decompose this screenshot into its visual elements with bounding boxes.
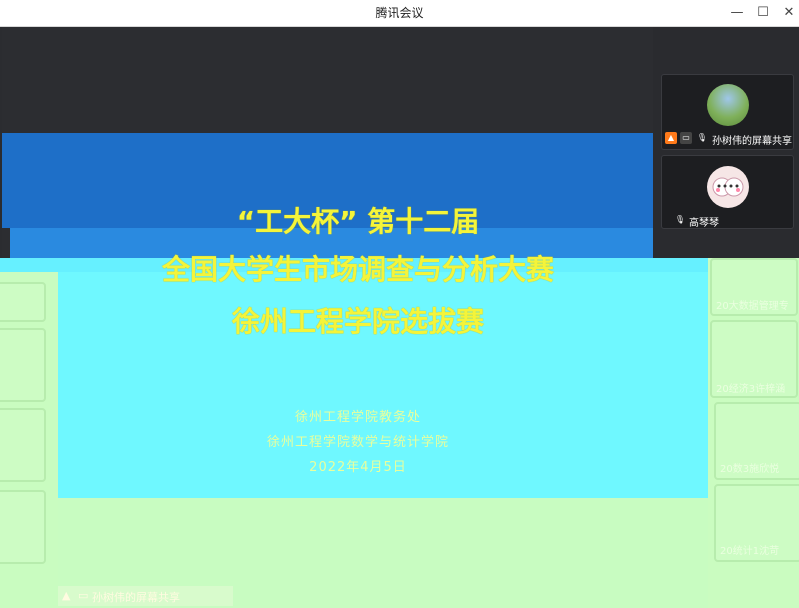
avatar bbox=[707, 84, 749, 126]
right-ghost-panel: 20大数据管理专 20经济3许梓涵 20数3施欣悦 20统计1沈苛 bbox=[708, 258, 799, 608]
slide-date: 2022年4月5日 bbox=[309, 460, 407, 475]
ghost-participant-name: 20数3施欣悦 bbox=[720, 464, 780, 475]
slide-title-line-1: “工大杯” 第十二届 bbox=[236, 205, 480, 238]
window-title: 腾讯会议 bbox=[375, 6, 424, 20]
bottom-share-label: ▲ ▭ 孙树伟的屏幕共享 bbox=[58, 586, 233, 606]
slide-title-line-2: 全国大学生市场调查与分析大赛 bbox=[161, 253, 554, 286]
ghost-participant-tile[interactable]: 20经济3许梓涵 bbox=[710, 320, 798, 398]
ghost-participant-name: 20统计1沈苛 bbox=[720, 546, 780, 557]
participant-name: 高琴琴 bbox=[689, 218, 719, 229]
slide-org-2: 徐州工程学院数学与统计学院 bbox=[266, 435, 449, 450]
ghost-participant-name: 20大数据管理专 bbox=[716, 301, 789, 312]
microphone-icon: 🎙 bbox=[696, 133, 708, 142]
left-ghost-panel bbox=[0, 272, 58, 608]
avatar bbox=[707, 166, 749, 208]
participant-name: 孙树伟的屏幕共享 bbox=[712, 136, 792, 147]
slide-org-1: 徐州工程学院教务处 bbox=[294, 410, 421, 425]
ghost-participant-tile[interactable]: 20数3施欣悦 bbox=[714, 402, 799, 480]
participant-tile[interactable]: 🎙 高琴琴 bbox=[661, 155, 794, 229]
close-button[interactable]: ✕ bbox=[775, 0, 799, 26]
share-badge-icon: ▲ bbox=[665, 132, 677, 144]
ghost-participant-tile[interactable]: 20统计1沈苛 bbox=[714, 484, 799, 562]
share-badge-icon: ▲ bbox=[62, 589, 71, 602]
microphone-icon: ▭ bbox=[78, 589, 89, 602]
participant-tile[interactable]: ▲ ▭ 🎙 孙树伟的屏幕共享 bbox=[661, 74, 794, 150]
ghost-participant-tile[interactable]: 20大数据管理专 bbox=[710, 258, 798, 316]
share-label-text: 孙树伟的屏幕共享 bbox=[92, 591, 180, 604]
maximize-button[interactable]: ☐ bbox=[749, 0, 777, 26]
slide-title-line-3: 徐州工程学院选拔赛 bbox=[231, 305, 484, 338]
ghost-participant-name: 20经济3许梓涵 bbox=[716, 384, 786, 395]
screen-share-icon: ▭ bbox=[680, 132, 692, 144]
minimize-button[interactable]: — bbox=[723, 0, 751, 26]
microphone-icon: 🎙 bbox=[674, 215, 686, 224]
